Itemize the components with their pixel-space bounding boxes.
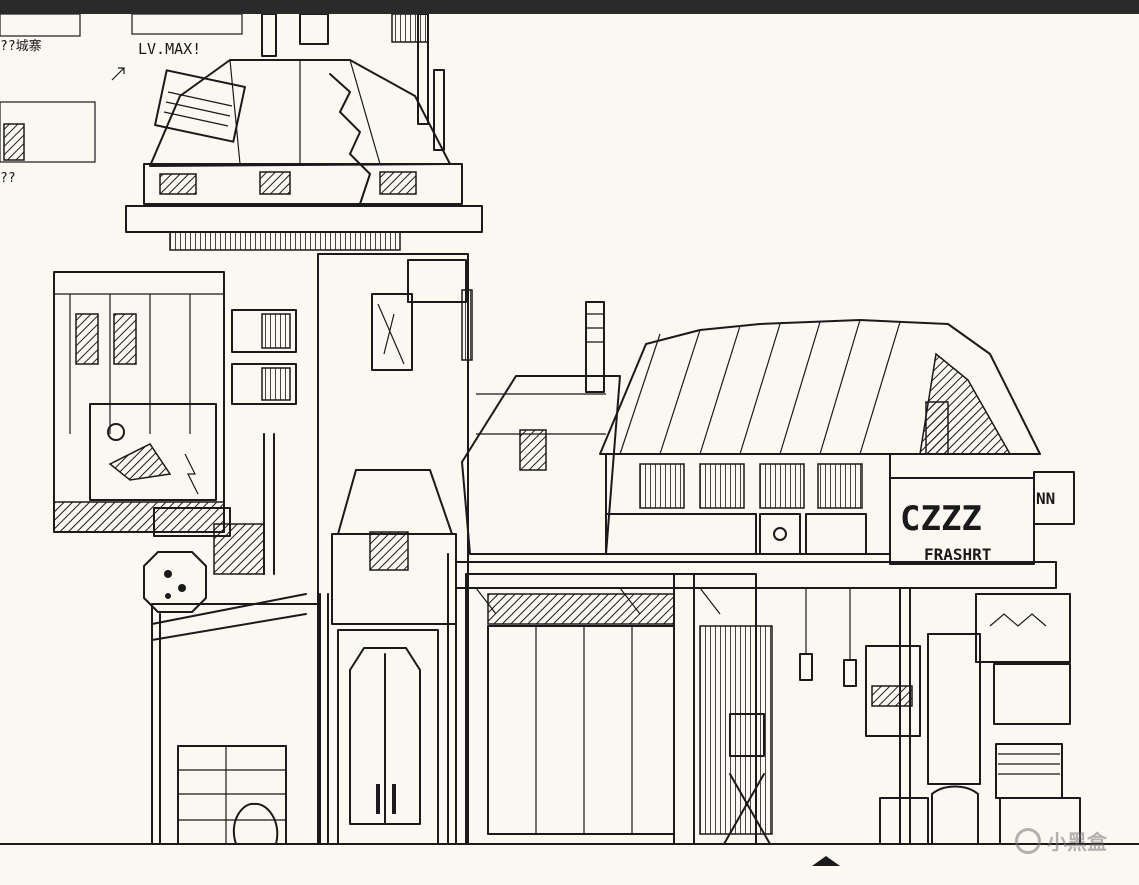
ground-marker	[812, 856, 840, 866]
watermark-logo-icon	[1015, 827, 1041, 854]
side-note-left: ??城寨	[0, 38, 42, 54]
left-tower-body	[53, 271, 297, 613]
top-strip	[131, 14, 243, 35]
watermark-text: 小黑盒	[1047, 830, 1107, 854]
edge-sign-text: NN	[1036, 489, 1055, 508]
watermark: 小黑盒	[1015, 826, 1107, 855]
right-shop-building: CZZZ FRASHRT NN	[461, 301, 1075, 565]
top-note-label: LV.MAX!	[138, 40, 201, 58]
building-sketch-illustration: ??城寨 ?? LV.MAX! CZZZ FRASHRT NN	[0, 14, 1139, 866]
arrow-icon	[111, 67, 125, 81]
warehouse-lower	[455, 561, 1081, 845]
window-top-bar	[0, 0, 1139, 14]
shop-sign-text: CZZZ	[900, 499, 982, 539]
left-corner-sketch: ??城寨 ??	[0, 14, 96, 186]
central-tower	[151, 253, 473, 845]
side-note-left-2: ??	[0, 171, 16, 186]
